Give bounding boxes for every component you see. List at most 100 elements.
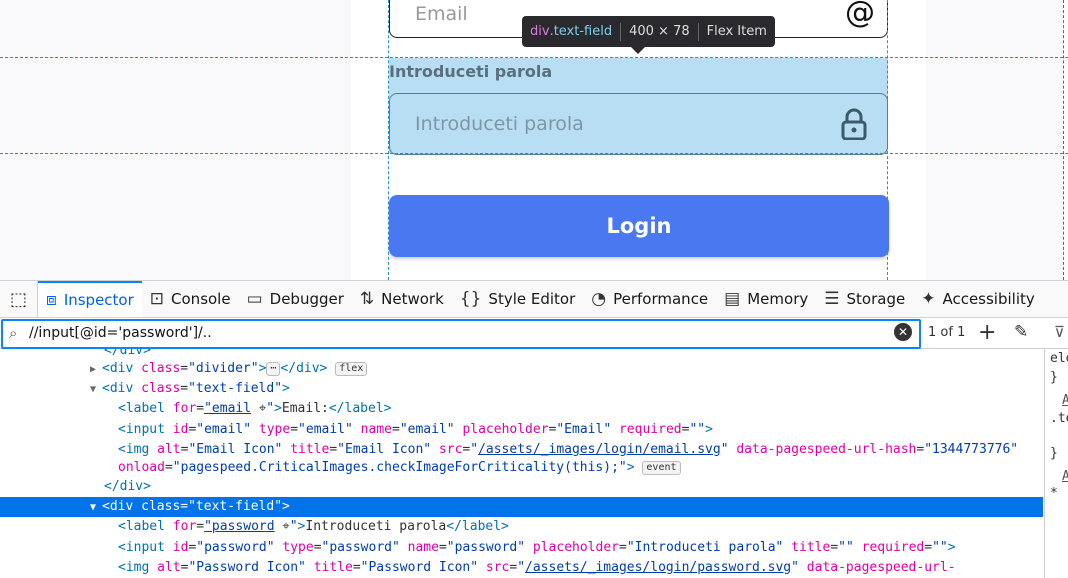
tab-console[interactable]: ⊡ Console (142, 281, 239, 317)
markup-text[interactable]: /assets/_images/login/email.svg (478, 442, 721, 457)
markup-line[interactable]: <input id="email" type="email" name="ema… (0, 420, 1043, 440)
sidebar-text: * (1050, 486, 1058, 501)
markup-line[interactable]: <input id="password" type="password" nam… (0, 538, 1043, 558)
markup-text: "Email Icon" (337, 442, 432, 457)
markup-text: "password" (196, 540, 275, 555)
markup-text: "pagespeed.CriticalImages.checkImageForC… (172, 460, 627, 475)
rules-sidebar: ele } A .te } A * (1044, 349, 1068, 578)
tooltip-separator (697, 22, 699, 41)
tab-storage[interactable]: ☰ Storage (816, 281, 913, 317)
markup-line[interactable]: onload="pagespeed.CriticalImages.checkIm… (0, 458, 1043, 478)
markup-text: "Password Icon" (188, 560, 306, 575)
tab-performance[interactable]: ◔ Performance (583, 281, 716, 317)
network-icon: ⇅ (359, 289, 375, 309)
markup-text: "email" (399, 422, 455, 437)
add-node-icon[interactable]: + (978, 320, 996, 345)
markup-text: "" (689, 422, 706, 437)
markup-line[interactable]: <label for="password ⌖">Introduceti paro… (0, 517, 1043, 537)
tab-inspector[interactable]: ⧈ Inspector (38, 281, 142, 317)
markup-text: "1344773776" (924, 442, 1019, 457)
tab-label: Debugger (269, 290, 344, 308)
tab-network[interactable]: ⇅ Network (352, 281, 452, 317)
tooltip-tag: div (530, 24, 550, 39)
tab-accessibility[interactable]: ✦ Accessibility (913, 281, 1043, 317)
login-button[interactable]: Login (389, 195, 889, 257)
expanded-twisty-icon[interactable]: ▼ (90, 380, 102, 400)
guide-line (887, 0, 888, 280)
markup-line[interactable]: <label for="email ⌖">Email:</label> (0, 399, 1043, 419)
tab-style-editor[interactable]: {} Style Editor (452, 281, 583, 317)
markup-text: div (109, 381, 134, 396)
markup-text: "text-field" (188, 381, 283, 396)
markup-text: Introduceti parola (305, 519, 447, 534)
markup-text: class (141, 361, 181, 376)
ellipsis-badge[interactable]: ⋯ (266, 361, 281, 376)
accessibility-icon: ✦ (921, 289, 936, 309)
collapsed-twisty-icon[interactable]: ▶ (90, 360, 102, 380)
markup-text: "divider" (188, 361, 259, 376)
tooltip-arrow (631, 47, 645, 54)
tab-label: Accessibility (942, 290, 1035, 308)
guide-line (388, 0, 389, 280)
sidebar-text: } (1050, 446, 1058, 461)
markup-text: "email" (298, 422, 353, 437)
tab-memory[interactable]: ▤ Memory (716, 281, 816, 317)
node-target-icon[interactable]: ⌖ (282, 519, 289, 534)
memory-icon: ▤ (724, 289, 741, 309)
search-icon: ⌕ (9, 324, 18, 342)
debugger-icon: ▭ (246, 289, 263, 309)
inspector-icon: ⧈ (46, 290, 57, 310)
markup-text: "password" (321, 540, 400, 555)
event-badge[interactable]: event (642, 460, 681, 475)
markup-text: class (141, 499, 181, 514)
sidebar-text: ele (1050, 351, 1068, 366)
markup-line[interactable]: <img alt="Email Icon" title="Email Icon"… (0, 440, 1043, 460)
markup-view: </div> ▶ <div class="divider"> ⋯ </div> fle… (0, 349, 1043, 578)
tab-label: Memory (747, 290, 809, 308)
guide-line (1063, 0, 1068, 280)
markup-text: "password" (446, 540, 526, 555)
tab-debugger[interactable]: ▭ Debugger (239, 281, 352, 317)
tab-label: Console (171, 290, 231, 308)
tooltip-kind: Flex Item (706, 24, 767, 39)
search-input[interactable] (29, 323, 889, 343)
markup-text: div (109, 361, 134, 376)
at-icon: @ (845, 0, 875, 30)
markup-text: "Password Icon" (360, 560, 479, 575)
sidebar-text[interactable]: A (1062, 469, 1068, 484)
markup-line[interactable]: <img alt="Password Icon" title="Password… (0, 558, 1043, 578)
search-box[interactable]: ⌕ ✕ (1, 319, 921, 349)
guide-line (0, 57, 1068, 58)
element-picker-button[interactable]: ⬚ (0, 281, 38, 317)
markup-text: "" (838, 540, 854, 555)
markup-text: "" (932, 540, 948, 555)
storage-icon: ☰ (824, 289, 840, 309)
eyedropper-icon[interactable]: ✎ (1014, 322, 1028, 342)
guide-line (0, 153, 1068, 154)
sidebar-text[interactable]: A (1062, 393, 1068, 408)
expanded-twisty-icon[interactable]: ▼ (90, 498, 102, 518)
password-label: Introduceti parola (389, 62, 553, 81)
markup-text: "email" (196, 422, 252, 437)
filter-icon[interactable]: ⊽ (1054, 323, 1065, 341)
tooltip-separator (620, 22, 622, 41)
markup-line[interactable]: </div> (0, 477, 1043, 497)
flex-badge[interactable]: flex (335, 361, 368, 376)
email-placeholder: Email (415, 3, 468, 25)
cursor-pick-icon: ⬚ (9, 288, 27, 310)
markup-line[interactable]: ▶ <div class="divider"> ⋯ </div> flex (0, 359, 1043, 379)
inspector-tooltip: div .text-field 400 × 78 Flex Item (522, 16, 775, 47)
markup-text: "password (204, 519, 275, 534)
password-placeholder: Introduceti parola (415, 113, 584, 135)
style-editor-icon: {} (459, 289, 482, 309)
markup-text: Email: (281, 401, 329, 416)
markup-line-selected[interactable]: ▼ <div class="text-field"> (0, 497, 1043, 517)
tab-label: Network (381, 290, 444, 308)
search-match-count: 1 of 1 (928, 325, 966, 340)
clear-search-icon[interactable]: ✕ (894, 323, 912, 341)
password-field[interactable]: Introduceti parola (389, 93, 888, 155)
markup-text[interactable]: /assets/_images/login/password.svg (525, 560, 791, 575)
markup-line[interactable]: ▼ <div class="text-field"> (0, 379, 1043, 399)
sidebar-text: .te (1050, 411, 1068, 426)
markup-text: "Email Icon" (188, 442, 283, 457)
